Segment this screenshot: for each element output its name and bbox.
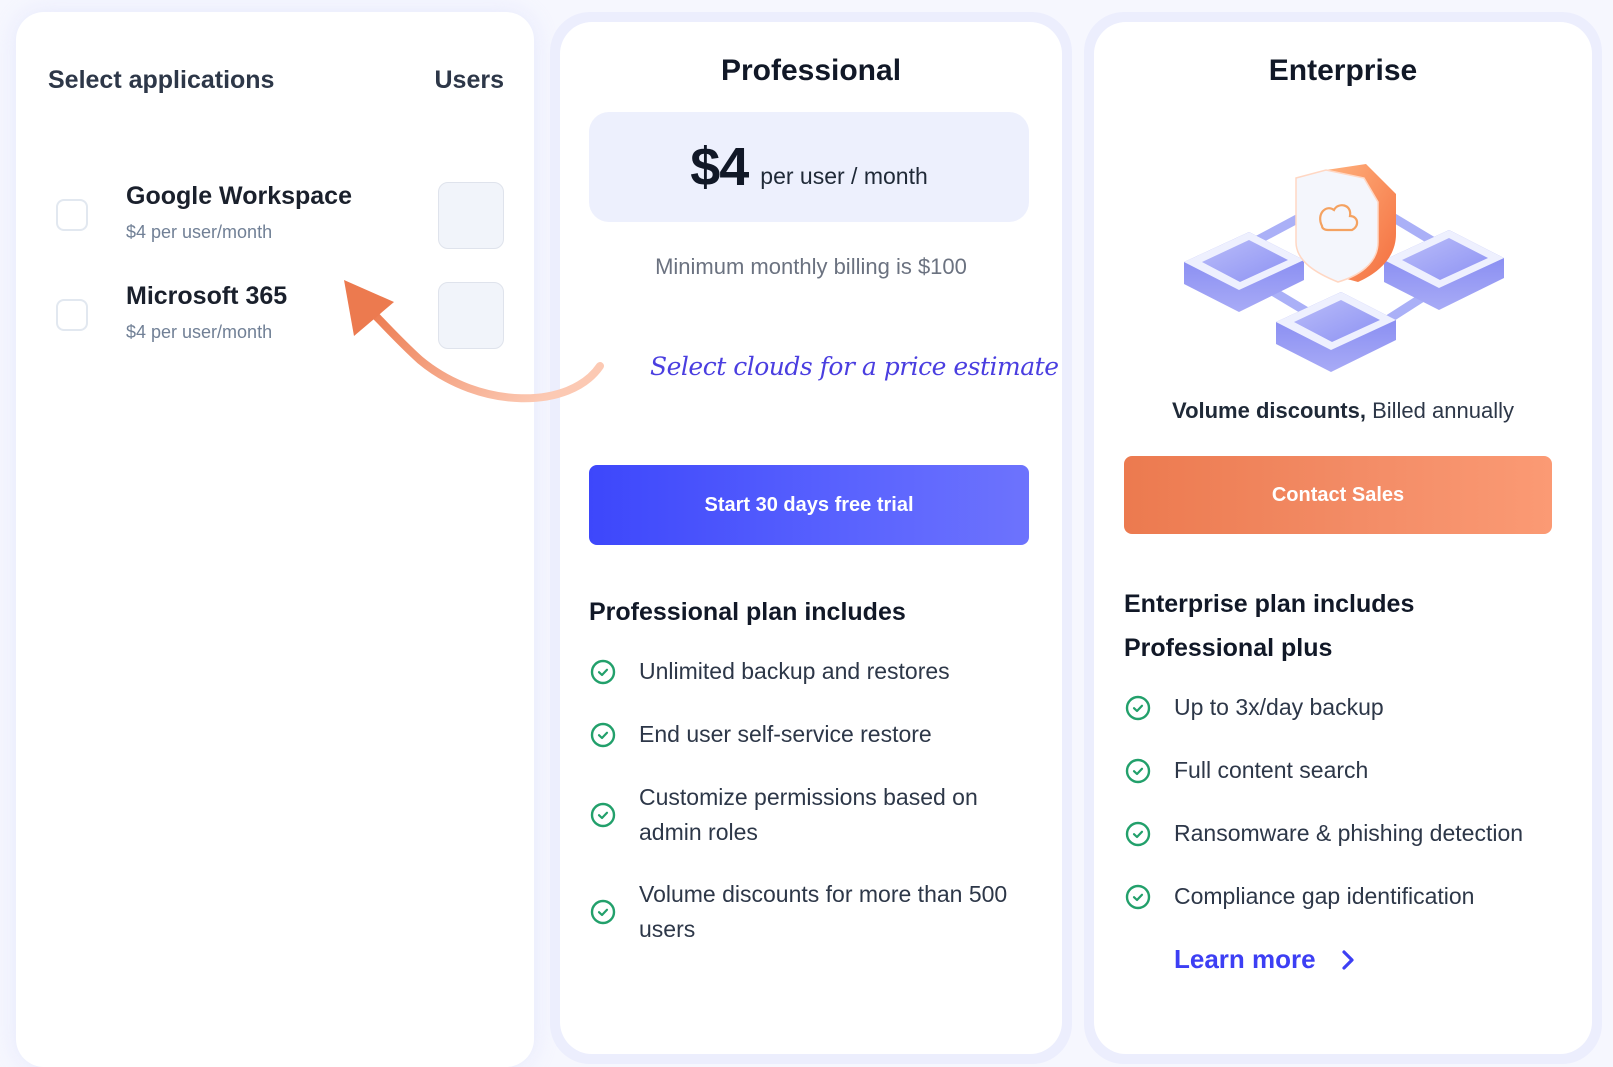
enterprise-plan-card: Enterprise Volume discounts, Billed annu…	[1094, 22, 1592, 1054]
app-row-google-workspace: Google Workspace $4 per user/month	[56, 182, 504, 252]
users-heading: Users	[434, 66, 505, 94]
chevron-right-icon	[1342, 949, 1354, 970]
check-circle-icon	[590, 899, 616, 925]
price-amount: $4	[690, 137, 749, 197]
app-price: $4 per user/month	[126, 322, 273, 342]
feature-item: Ransomware & phishing detection	[1124, 816, 1572, 851]
check-circle-icon	[590, 722, 616, 747]
feature-text: Volume discounts for more than 500 users	[639, 881, 1008, 942]
check-circle-icon	[590, 659, 616, 684]
feature-item: Up to 3x/day backup	[1124, 690, 1572, 725]
includes-title: Enterprise plan includes	[1124, 590, 1415, 618]
professional-plan-card: Professional $4 per user / month Minimum…	[560, 22, 1062, 1054]
feature-item: Full content search	[1124, 753, 1572, 788]
learn-more-label: Learn more	[1174, 944, 1316, 974]
app-price: $4 per user/month	[126, 222, 273, 242]
application-selector-card: Select applications Users Google Workspa…	[16, 12, 534, 1067]
enterprise-plan-frame: Enterprise Volume discounts, Billed annu…	[1084, 12, 1602, 1064]
minimum-billing-note: Minimum monthly billing is $100	[655, 254, 967, 279]
feature-item: End user self-service restore	[589, 717, 1042, 752]
includes-subtitle: Professional plus	[1124, 634, 1333, 662]
feature-text: End user self-service restore	[639, 721, 932, 747]
google-workspace-users-input[interactable]	[438, 182, 504, 249]
feature-text: Full content search	[1174, 757, 1369, 783]
app-name: Microsoft 365	[126, 282, 288, 310]
selector-header: Select applications Users	[48, 66, 504, 95]
professional-plan-frame: Professional $4 per user / month Minimum…	[550, 12, 1072, 1064]
includes-title: Professional plan includes	[589, 598, 906, 626]
curved-arrow-icon	[344, 280, 604, 403]
price-box: $4 per user / month	[589, 112, 1029, 222]
feature-text: Compliance gap identification	[1174, 883, 1475, 909]
check-circle-icon	[1125, 758, 1151, 783]
price-estimate-hint: Select clouds for a price estimate	[650, 352, 1059, 381]
plan-title: Professional	[720, 54, 902, 87]
app-name: Google Workspace	[126, 182, 352, 210]
feature-item: Unlimited backup and restores	[589, 654, 1042, 689]
feature-text: Unlimited backup and restores	[639, 658, 950, 684]
shield-icon	[1295, 164, 1396, 283]
volume-discount-note: Volume discounts, Billed annually	[1094, 398, 1592, 424]
check-circle-icon	[1125, 821, 1151, 846]
microsoft-365-checkbox[interactable]	[56, 299, 88, 331]
feature-text: Customize permissions based on admin rol…	[639, 784, 978, 845]
feature-text: Up to 3x/day backup	[1174, 694, 1384, 720]
price-unit: per user / month	[760, 162, 928, 189]
select-applications-heading: Select applications	[48, 66, 275, 94]
feature-item: Compliance gap identification	[1124, 879, 1572, 914]
feature-item: Volume discounts for more than 500 users	[589, 877, 1052, 947]
learn-more-link[interactable]: Learn more	[1174, 944, 1356, 975]
contact-sales-button[interactable]: Contact Sales	[1124, 456, 1552, 534]
check-circle-icon	[590, 802, 616, 828]
feature-item: Customize permissions based on admin rol…	[589, 780, 1012, 850]
check-circle-icon	[1125, 884, 1151, 909]
google-workspace-checkbox[interactable]	[56, 199, 88, 231]
shield-network-illustration	[1184, 164, 1504, 372]
check-circle-icon	[1125, 695, 1151, 720]
feature-text: Ransomware & phishing detection	[1174, 820, 1524, 846]
start-free-trial-button[interactable]: Start 30 days free trial	[589, 465, 1029, 545]
server-tile	[1384, 230, 1504, 310]
billing-text: Billed annually	[1365, 398, 1514, 423]
plan-title: Enterprise	[1268, 54, 1418, 87]
volume-bold-text: Volume discounts,	[1172, 398, 1366, 423]
